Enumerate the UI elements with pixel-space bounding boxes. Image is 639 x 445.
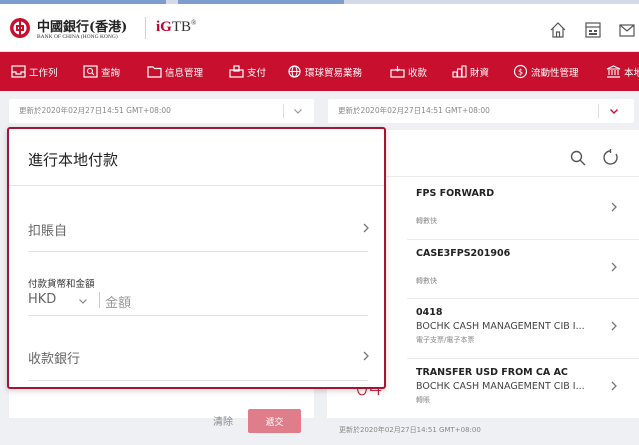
nav-item-label: 信息管理: [165, 67, 204, 79]
chevron-right-icon: [611, 381, 617, 391]
divider: [28, 380, 368, 381]
igtb-logo-suffix: TB: [171, 19, 192, 35]
igtb-logo: iGTB®: [156, 19, 196, 36]
transaction-name: TRANSFER USD FROM CA AC: [416, 367, 568, 378]
chevron-right-icon[interactable]: [361, 349, 371, 363]
date-bar-divider: [283, 104, 284, 118]
currency-select[interactable]: HKD: [28, 292, 56, 307]
home-icon[interactable]: [549, 21, 567, 39]
amount-input[interactable]: 金額: [105, 292, 131, 311]
clear-button[interactable]: 清除: [213, 413, 233, 428]
treasury-icon: [452, 65, 467, 78]
last-updated-text: 更新於2020年02月27日14:51 GMT+08:00: [338, 106, 490, 115]
chevron-right-icon: [611, 262, 617, 272]
transaction-desc: BOCHK CASH MANAGEMENT CIB I...: [416, 381, 585, 392]
bank-icon: [606, 65, 621, 78]
header-divider: [145, 17, 146, 39]
transaction-type: 電子支票/電子本票: [416, 336, 475, 344]
chevron-down-icon[interactable]: [292, 105, 304, 117]
submit-button[interactable]: 遞交: [248, 409, 301, 433]
nav-item-label: 收款: [408, 67, 428, 79]
nav-item-label: 流動性管理: [531, 67, 579, 79]
date-bar-divider: [598, 104, 599, 118]
transaction-name: FPS FORWARD: [416, 188, 495, 199]
chevron-right-icon[interactable]: [361, 221, 371, 235]
nav-item-label: 環球貿易業務: [305, 67, 363, 79]
nav-item-collection[interactable]: 收款: [390, 52, 427, 91]
divider: [28, 251, 368, 252]
app-header: 中國銀行(香港) BANK OF CHINA (HONG KONG) iGTB®: [0, 4, 639, 52]
divider: [9, 185, 384, 186]
beneficiary-bank-label[interactable]: 收款銀行: [28, 348, 80, 367]
currency-amount-label: 付款貨幣和金額: [28, 279, 95, 290]
nav-item-label: 本地: [624, 67, 639, 79]
nav-item-global-trade[interactable]: 環球貿易業務: [287, 52, 362, 91]
search-icon[interactable]: [570, 150, 586, 166]
nav-item-label: 財資: [470, 67, 490, 79]
date-bar-left: 更新於2020年02月27日14:51 GMT+08:00: [9, 99, 314, 123]
nav-item-info-management[interactable]: 信息管理: [147, 52, 203, 91]
bank-name-en: BANK OF CHINA (HONG KONG): [37, 34, 118, 40]
receive-icon: [390, 66, 405, 78]
nav-item-payment[interactable]: 支付: [229, 52, 266, 91]
payment-icon: [229, 65, 244, 78]
igtb-logo-prefix: iG: [156, 19, 172, 35]
folder-icon: [147, 66, 162, 78]
divider: [28, 315, 368, 316]
transaction-type: 轉賬: [416, 396, 430, 404]
transaction-name: 0418: [416, 307, 443, 318]
transaction-desc: BOCHK CASH MANAGEMENT CIB I...: [416, 321, 585, 332]
nav-item-label: 查詢: [101, 67, 121, 79]
mail-icon[interactable]: [618, 21, 636, 39]
local-payment-dialog: 進行本地付款 扣賬自 付款貨幣和金額 HKD 金額 收款銀行: [7, 127, 386, 389]
liquidity-icon: $: [513, 64, 528, 79]
svg-text:$: $: [518, 68, 523, 77]
refresh-icon[interactable]: [602, 149, 619, 166]
last-updated-text: 更新於2020年02月27日14:51 GMT+08:00: [19, 106, 171, 115]
chevron-down-icon[interactable]: [608, 105, 620, 117]
field-divider: [99, 292, 100, 308]
last-updated-text: 更新於2020年02月27日14:51 GMT+08:00: [339, 426, 481, 434]
date-bar-right: 更新於2020年02月27日14:51 GMT+08:00: [328, 99, 634, 123]
transaction-type: 轉數快: [416, 277, 437, 285]
transaction-type: 轉數快: [416, 217, 437, 225]
search-doc-icon: [83, 65, 98, 78]
chevron-right-icon: [611, 321, 617, 331]
boc-logo-icon[interactable]: [9, 17, 31, 39]
nav-item-label: 工作列: [29, 67, 58, 79]
igtb-logo-mark: ®: [191, 19, 197, 27]
inbox-icon: [11, 65, 26, 78]
calculator-icon[interactable]: [584, 21, 602, 39]
nav-item-treasury[interactable]: 財資: [452, 52, 489, 91]
debit-from-label[interactable]: 扣賬自: [28, 220, 67, 239]
nav-item-liquidity-management[interactable]: $ 流動性管理: [513, 52, 579, 91]
nav-item-local[interactable]: 本地: [606, 52, 639, 91]
nav-item-worklist[interactable]: 工作列: [11, 52, 58, 91]
chevron-right-icon: [611, 202, 617, 212]
transaction-name: CASE3FPS201906: [416, 248, 511, 259]
nav-item-enquiry[interactable]: 查詢: [83, 52, 120, 91]
globe-icon: [288, 65, 301, 78]
nav-item-label: 支付: [247, 67, 267, 79]
main-nav: 工作列 查詢 信息管理 支付 環球貿易業務 收款 財資 $ 流動性管理 本地: [0, 52, 639, 91]
chevron-down-icon[interactable]: [77, 295, 89, 307]
bank-name-cn: 中國銀行(香港): [37, 20, 128, 35]
dialog-title: 進行本地付款: [28, 151, 119, 169]
